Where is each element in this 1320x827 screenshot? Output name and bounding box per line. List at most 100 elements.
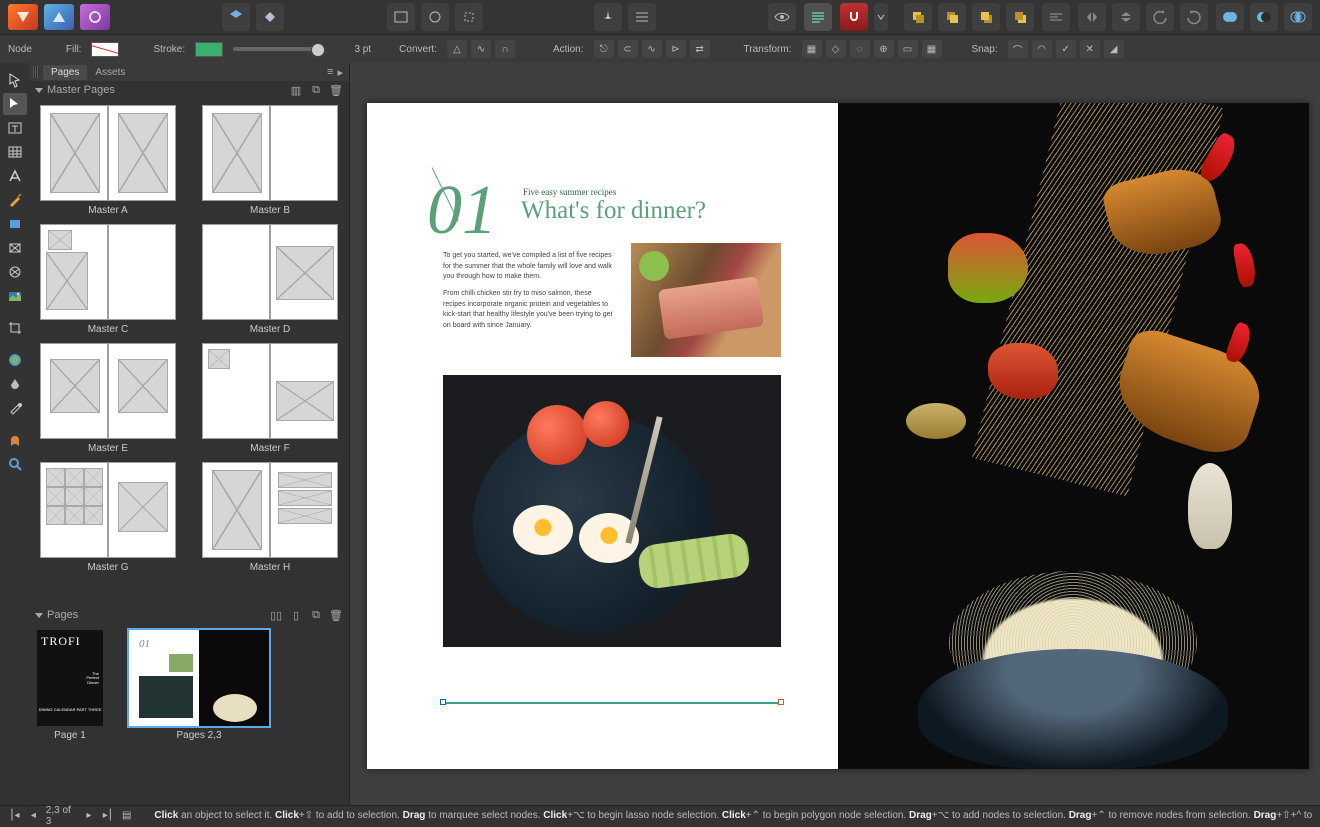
move-tool-icon[interactable] (3, 69, 27, 91)
transform-select-icon[interactable]: ▭ (898, 40, 918, 58)
convert-smart-icon[interactable]: ∩ (495, 40, 515, 58)
snapping-menu-chevron-icon[interactable] (874, 3, 888, 31)
clip-to-canvas-icon[interactable] (455, 3, 483, 31)
preflight-icon[interactable]: ▤ (120, 809, 133, 823)
transform-cycle-icon[interactable]: ▦ (922, 40, 942, 58)
canvas[interactable]: 01 Five easy summer recipes What's for d… (350, 63, 1320, 805)
transform-hide-icon[interactable]: ◌ (850, 40, 870, 58)
prev-page-icon[interactable]: ◂ (27, 809, 40, 823)
panel-close-icon[interactable]: ▸ (337, 66, 343, 79)
disclosure-triangle-icon[interactable] (35, 88, 43, 93)
designer-persona-icon[interactable] (44, 4, 74, 30)
align-menu-icon[interactable] (1042, 3, 1070, 31)
flip-vertical-icon[interactable] (1112, 3, 1140, 31)
master-item[interactable]: Master E (37, 343, 179, 454)
master-item[interactable]: Master G (37, 462, 179, 573)
transform-show-icon[interactable]: ◇ (826, 40, 846, 58)
disclosure-triangle-icon[interactable] (35, 613, 43, 618)
panel-drag-handle-icon[interactable] (33, 66, 39, 78)
stroke-width-value[interactable]: 3 pt (333, 44, 371, 55)
boolean-add-icon[interactable] (1216, 3, 1244, 31)
delete-page-icon[interactable]: 🗑 (329, 608, 343, 622)
add-page-icon[interactable]: ▯ (289, 608, 303, 622)
tab-pages[interactable]: Pages (43, 65, 87, 80)
zoom-tool-icon[interactable] (3, 453, 27, 475)
snap-all-icon[interactable]: ✓ (1056, 40, 1076, 58)
move-to-front-icon[interactable] (904, 3, 932, 31)
convert-sharp-icon[interactable]: △ (447, 40, 467, 58)
duplicate-page-icon[interactable]: ⧉ (309, 608, 323, 622)
selection-handle-right-icon[interactable] (778, 699, 784, 705)
frame-text-tool-icon[interactable] (3, 117, 27, 139)
master-item[interactable]: Master D (199, 224, 341, 335)
pen-tool-icon[interactable] (3, 189, 27, 211)
action-smooth-icon[interactable]: ∿ (642, 40, 662, 58)
stroke-swatch[interactable] (195, 42, 223, 57)
page-thumb-1[interactable]: TROFI ThePerfectDinner DINING CALENDAR P… (37, 630, 103, 799)
move-forward-icon[interactable] (938, 3, 966, 31)
publisher-persona-icon[interactable] (8, 4, 38, 30)
transform-origin-icon[interactable]: ⊕ (874, 40, 894, 58)
master-pages-header[interactable]: Master Pages ▥ ⧉ 🗑 (29, 81, 349, 99)
page1-thumbnail[interactable]: TROFI ThePerfectDinner DINING CALENDAR P… (37, 630, 103, 726)
rotate-cw-icon[interactable] (1180, 3, 1208, 31)
pin-icon[interactable] (594, 3, 622, 31)
table-tool-icon[interactable] (3, 141, 27, 163)
sync-defaults-icon[interactable] (222, 3, 250, 31)
spread[interactable]: 01 Five easy summer recipes What's for d… (367, 103, 1309, 769)
image-frame-rect-tool-icon[interactable] (3, 237, 27, 259)
master-item[interactable]: Master H (199, 462, 341, 573)
revert-defaults-icon[interactable] (256, 3, 284, 31)
fill-swatch[interactable] (91, 42, 119, 57)
action-close-icon[interactable]: ⊂ (618, 40, 638, 58)
toggle-guides-icon[interactable] (804, 3, 832, 31)
selection-handle-left-icon[interactable] (440, 699, 446, 705)
view-tool-icon[interactable] (3, 429, 27, 451)
panel-menu-icon[interactable]: ≡ (327, 66, 333, 79)
rotate-ccw-icon[interactable] (1146, 3, 1174, 31)
boolean-subtract-icon[interactable] (1250, 3, 1278, 31)
duplicate-master-icon[interactable]: ⧉ (309, 83, 323, 97)
show-text-wrap-icon[interactable] (421, 3, 449, 31)
color-picker-tool-icon[interactable] (3, 397, 27, 419)
move-to-back-icon[interactable] (1006, 3, 1034, 31)
first-page-icon[interactable]: ⎮◂ (8, 809, 21, 823)
last-page-icon[interactable]: ▸⎮ (101, 809, 114, 823)
master-item[interactable]: Master C (37, 224, 179, 335)
snap-handles-icon[interactable]: ✕ (1080, 40, 1100, 58)
master-item[interactable]: Master B (199, 105, 341, 216)
rectangle-tool-icon[interactable] (3, 213, 27, 235)
move-backward-icon[interactable] (972, 3, 1000, 31)
page-3[interactable] (838, 103, 1309, 769)
image-frame-ellipse-tool-icon[interactable] (3, 261, 27, 283)
place-image-tool-icon[interactable] (3, 285, 27, 307)
snapping-icon[interactable] (840, 3, 868, 31)
pages-section-header[interactable]: Pages ▯▯ ▯ ⧉ 🗑 (29, 606, 349, 624)
snap-construction-icon[interactable]: ◢ (1104, 40, 1124, 58)
page-2[interactable]: 01 Five easy summer recipes What's for d… (367, 103, 838, 769)
snap-curve-icon[interactable]: ⌒ (1008, 40, 1028, 58)
inline-photo-salmon[interactable] (631, 243, 781, 357)
photo-persona-icon[interactable] (80, 4, 110, 30)
action-reverse-icon[interactable]: ⇄ (690, 40, 710, 58)
preview-mode-icon[interactable] (768, 3, 796, 31)
text-wrap-setting-icon[interactable] (387, 3, 415, 31)
artistic-text-tool-icon[interactable] (3, 165, 27, 187)
facing-pages-icon[interactable]: ▯▯ (269, 608, 283, 622)
baseline-grid-icon[interactable] (628, 3, 656, 31)
boolean-intersect-icon[interactable] (1284, 3, 1312, 31)
master-item[interactable]: Master F (199, 343, 341, 454)
master-item[interactable]: Master A (37, 105, 179, 216)
stroke-width-slider[interactable] (233, 47, 323, 51)
snap-geometry-icon[interactable]: ◠ (1032, 40, 1052, 58)
transform-mode-icon[interactable]: ▦ (802, 40, 822, 58)
pages23-thumbnail[interactable]: 01 (129, 630, 269, 726)
add-master-icon[interactable]: ▥ (289, 83, 303, 97)
fill-tool-icon[interactable] (3, 349, 27, 371)
hero-photo-bowl[interactable] (443, 375, 781, 647)
tab-assets[interactable]: Assets (87, 65, 133, 80)
node-tool-icon[interactable] (3, 93, 27, 115)
vector-crop-tool-icon[interactable] (3, 317, 27, 339)
selected-line-object[interactable] (443, 702, 781, 704)
convert-smooth-icon[interactable]: ∿ (471, 40, 491, 58)
